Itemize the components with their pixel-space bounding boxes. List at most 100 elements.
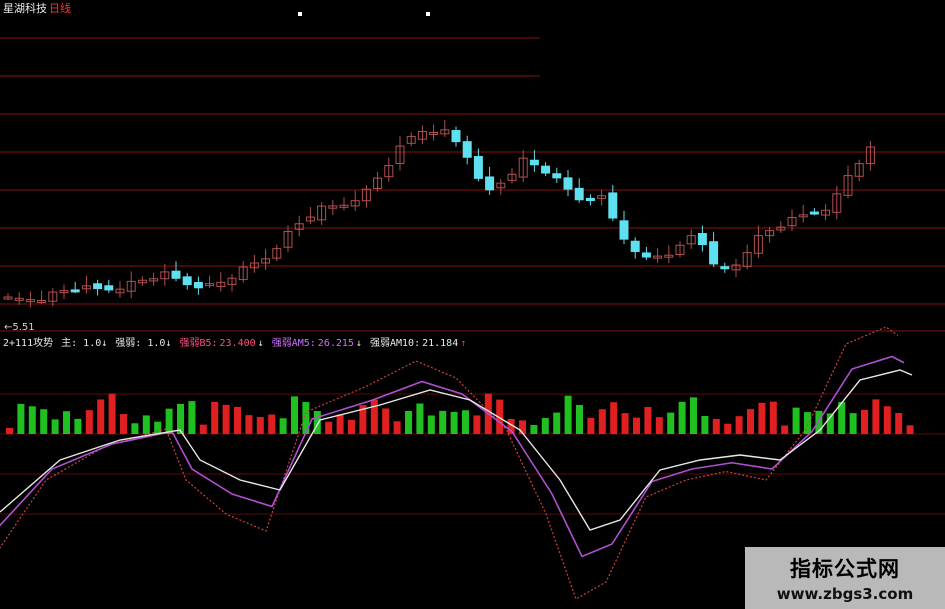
bar-red xyxy=(234,406,241,434)
bar-red xyxy=(655,417,663,434)
am10-label: 强弱AM10: xyxy=(369,338,421,349)
bar-red xyxy=(6,428,13,434)
bar-green xyxy=(142,415,150,434)
period-label: 日线 xyxy=(49,2,71,15)
bar-green xyxy=(165,408,173,434)
bar-red xyxy=(519,420,526,434)
bar-red xyxy=(598,409,606,434)
bar-red xyxy=(268,414,276,434)
indicator-legend: 2+111攻势 主: 1.0↓ 强弱: 1.0↓ 强弱B5: 23.400 ↓ 强弱… xyxy=(3,334,468,349)
bar-red xyxy=(97,399,105,434)
ma5-value: 23.400 xyxy=(219,338,256,349)
bar-red xyxy=(895,412,903,434)
stock-name: 星湖科技 xyxy=(3,2,47,15)
bar-green xyxy=(701,415,709,434)
bar-green xyxy=(564,395,572,434)
am10-arrow: ↑ xyxy=(460,338,467,349)
bar-red xyxy=(712,418,720,434)
candle-down xyxy=(630,240,640,253)
bar-green xyxy=(530,424,538,434)
bar-green xyxy=(313,411,321,434)
candle-down xyxy=(462,141,472,158)
bar-red xyxy=(325,421,333,434)
ma5-label: 强弱B5: xyxy=(179,338,218,349)
bar-red xyxy=(382,408,390,434)
bar-green xyxy=(804,412,811,434)
am5-label: 强弱AM5: xyxy=(271,338,316,349)
candle-down xyxy=(541,165,551,174)
signal-dot xyxy=(298,12,302,16)
bar-red xyxy=(211,401,219,434)
am10-value: 21.184 xyxy=(422,338,459,349)
bar-red xyxy=(644,406,652,434)
bar-red xyxy=(872,399,880,434)
chart-title: 星湖科技 日线 xyxy=(3,0,71,16)
candlestick-series xyxy=(3,119,875,308)
candle-down xyxy=(473,156,483,179)
candle-down xyxy=(485,176,495,191)
bar-green xyxy=(678,401,686,434)
candle-down xyxy=(608,192,618,219)
bar-red xyxy=(735,416,743,434)
bar-green xyxy=(576,404,583,434)
bar-green xyxy=(450,411,458,434)
bar-red xyxy=(120,414,127,434)
bar-green xyxy=(188,401,196,434)
bar-green xyxy=(416,403,424,434)
candle-down xyxy=(563,177,573,190)
bar-red xyxy=(883,406,891,434)
ma5-arrow: ↓ xyxy=(257,338,264,349)
candle-down xyxy=(641,252,651,258)
bar-green xyxy=(40,409,48,434)
main-label: 主: 1.0↓ xyxy=(61,338,108,349)
bar-green xyxy=(302,402,310,434)
candle-down xyxy=(709,241,719,265)
candle-down xyxy=(104,285,114,291)
bar-green xyxy=(849,413,857,434)
bar-green xyxy=(74,418,82,434)
candle-down xyxy=(585,197,595,202)
bar-red xyxy=(906,425,914,434)
bar-red xyxy=(621,413,629,434)
signal-dots xyxy=(298,12,430,16)
watermark-title: 指标公式网 xyxy=(790,557,900,581)
bar-red xyxy=(108,393,116,434)
bar-green xyxy=(28,406,36,434)
bar-red xyxy=(758,402,766,434)
candle-down xyxy=(552,173,562,179)
bar-green xyxy=(792,407,800,434)
bar-green xyxy=(154,421,162,434)
indicator-bars xyxy=(6,393,914,434)
bar-red xyxy=(85,410,93,434)
bar-red xyxy=(769,401,777,434)
bar-red xyxy=(245,415,253,434)
bar-green xyxy=(439,410,447,434)
candle-down xyxy=(529,159,539,166)
am5-value: 26.215 xyxy=(317,338,354,349)
bar-green xyxy=(427,415,435,434)
watermark-url: www.zbgs3.com xyxy=(776,585,914,603)
bar-green xyxy=(51,419,59,434)
candle-down xyxy=(574,187,584,201)
bar-red xyxy=(222,404,230,434)
bar-green xyxy=(541,418,549,434)
bar-green xyxy=(63,411,70,434)
bar-red xyxy=(370,399,378,434)
candle-down xyxy=(619,220,629,240)
bar-green xyxy=(553,412,561,434)
bar-green xyxy=(131,423,139,434)
bar-red xyxy=(861,409,868,434)
bar-red xyxy=(781,425,789,434)
strength-label: 强弱: 1.0↓ xyxy=(115,338,172,349)
candle-down xyxy=(171,270,181,279)
candle-down xyxy=(193,282,203,289)
bar-green xyxy=(462,410,469,434)
candle-down xyxy=(809,211,819,215)
bar-red xyxy=(348,419,355,434)
candle-down xyxy=(182,276,192,286)
bar-green xyxy=(690,397,697,434)
chart-canvas xyxy=(0,12,945,600)
bar-red xyxy=(199,424,207,434)
candle-down xyxy=(451,130,461,143)
bar-red xyxy=(256,417,264,434)
